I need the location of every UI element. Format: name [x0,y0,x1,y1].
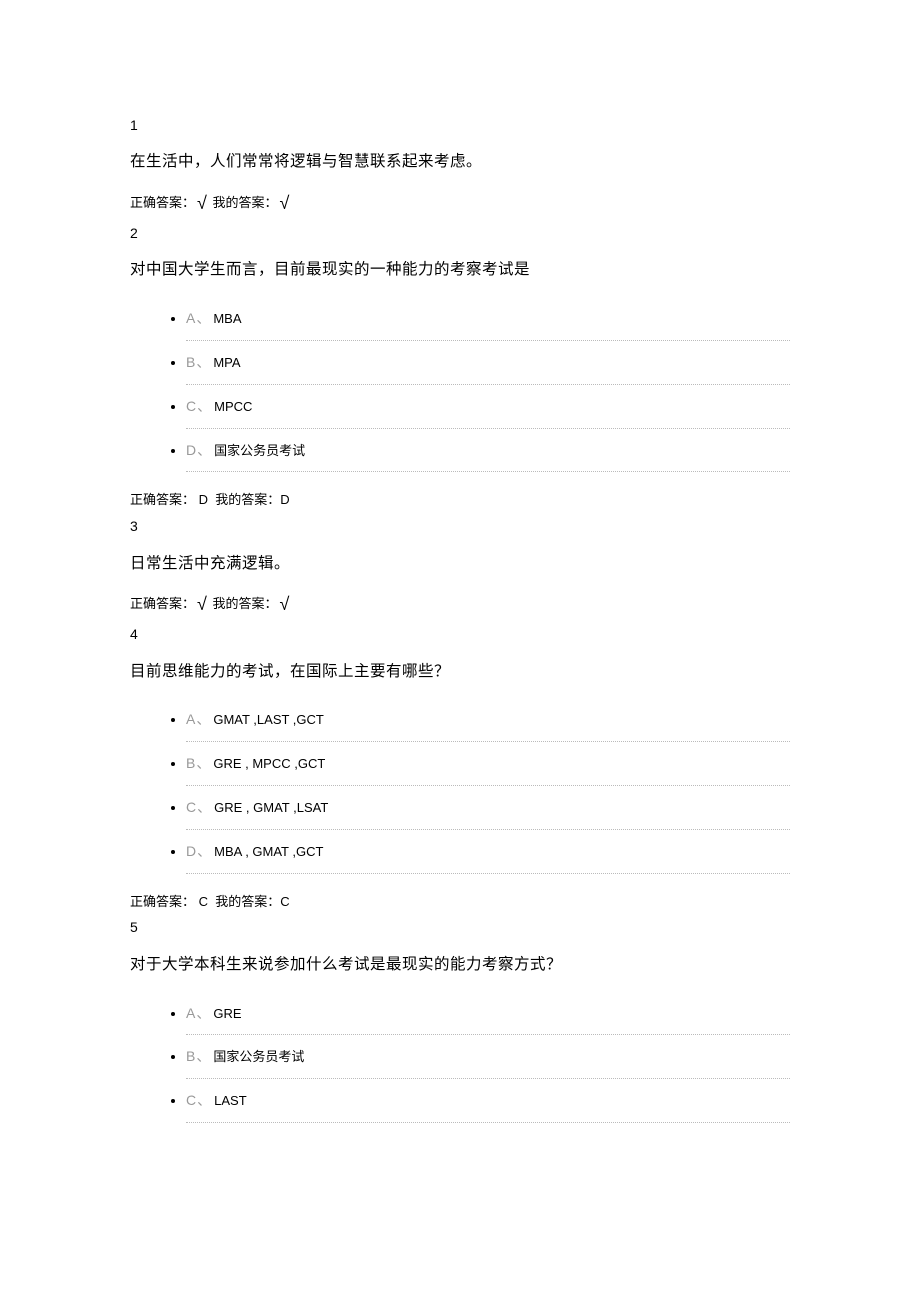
answer-line: 正确答案： D 我的答案：D [130,490,790,511]
correct-label: 正确答案： [130,492,195,507]
option-letter: A、 [186,310,211,326]
option-list: A、MBA B、MPA C、MPCC D、国家公务员考试 [130,297,790,472]
option-text: 国家公务员考试 [213,1049,304,1064]
option-item: A、GRE [186,992,790,1036]
question-number: 5 [130,916,790,938]
answer-line: 正确答案：√ 我的答案：√ [130,590,790,619]
question-text: 对中国大学生而言，目前最现实的一种能力的考察考试是 [130,258,790,283]
option-item: C、GRE , GMAT ,LSAT [186,786,790,830]
option-item: B、MPA [186,341,790,385]
mine-label: 我的答案： [215,894,280,909]
option-text: GRE [213,1006,241,1021]
option-letter: C、 [186,1092,212,1108]
option-item: D、MBA , GMAT ,GCT [186,830,790,874]
option-letter: D、 [186,442,212,458]
option-item: A、GMAT ,LAST ,GCT [186,698,790,742]
option-text: GRE , MPCC ,GCT [213,756,325,771]
correct-label: 正确答案： [130,894,195,909]
correct-answer: C [199,894,208,909]
correct-label: 正确答案： [130,596,195,611]
option-letter: C、 [186,398,212,414]
question-number: 1 [130,114,790,136]
question-text: 日常生活中充满逻辑。 [130,552,790,577]
option-text: 国家公务员考试 [214,443,305,458]
answer-line: 正确答案：√ 我的答案：√ [130,189,790,218]
my-answer: √ [278,594,292,614]
option-text: GMAT ,LAST ,GCT [213,712,324,727]
option-item: C、MPCC [186,385,790,429]
question-number: 3 [130,515,790,537]
option-letter: B、 [186,354,211,370]
option-item: C、LAST [186,1079,790,1123]
option-letter: B、 [186,1048,211,1064]
option-item: D、国家公务员考试 [186,429,790,473]
question-number: 2 [130,222,790,244]
mine-label: 我的答案： [215,492,280,507]
correct-answer: √ [195,594,209,614]
question-text: 目前思维能力的考试，在国际上主要有哪些？ [130,660,790,685]
option-text: MBA , GMAT ,GCT [214,844,323,859]
document-page: 1 在生活中，人们常常将逻辑与智慧联系起来考虑。 正确答案：√ 我的答案：√ 2… [0,0,920,1302]
option-text: MBA [213,311,241,326]
my-answer: D [280,492,289,507]
option-text: MPA [213,355,240,370]
question-text: 在生活中，人们常常将逻辑与智慧联系起来考虑。 [130,150,790,175]
question-number: 4 [130,623,790,645]
my-answer: √ [278,193,292,213]
option-letter: A、 [186,1005,211,1021]
my-answer: C [280,894,289,909]
answer-line: 正确答案： C 我的答案：C [130,892,790,913]
option-item: B、国家公务员考试 [186,1035,790,1079]
option-list: A、GMAT ,LAST ,GCT B、GRE , MPCC ,GCT C、GR… [130,698,790,873]
option-text: MPCC [214,399,252,414]
option-letter: D、 [186,843,212,859]
option-letter: B、 [186,755,211,771]
option-letter: C、 [186,799,212,815]
option-item: A、MBA [186,297,790,341]
question-text: 对于大学本科生来说参加什么考试是最现实的能力考察方式？ [130,953,790,978]
option-list: A、GRE B、国家公务员考试 C、LAST [130,992,790,1123]
option-text: LAST [214,1093,247,1108]
option-letter: A、 [186,711,211,727]
mine-label: 我的答案： [213,596,278,611]
option-text: GRE , GMAT ,LSAT [214,800,328,815]
correct-answer: D [199,492,208,507]
correct-answer: √ [195,193,209,213]
option-item: B、GRE , MPCC ,GCT [186,742,790,786]
mine-label: 我的答案： [213,195,278,210]
correct-label: 正确答案： [130,195,195,210]
